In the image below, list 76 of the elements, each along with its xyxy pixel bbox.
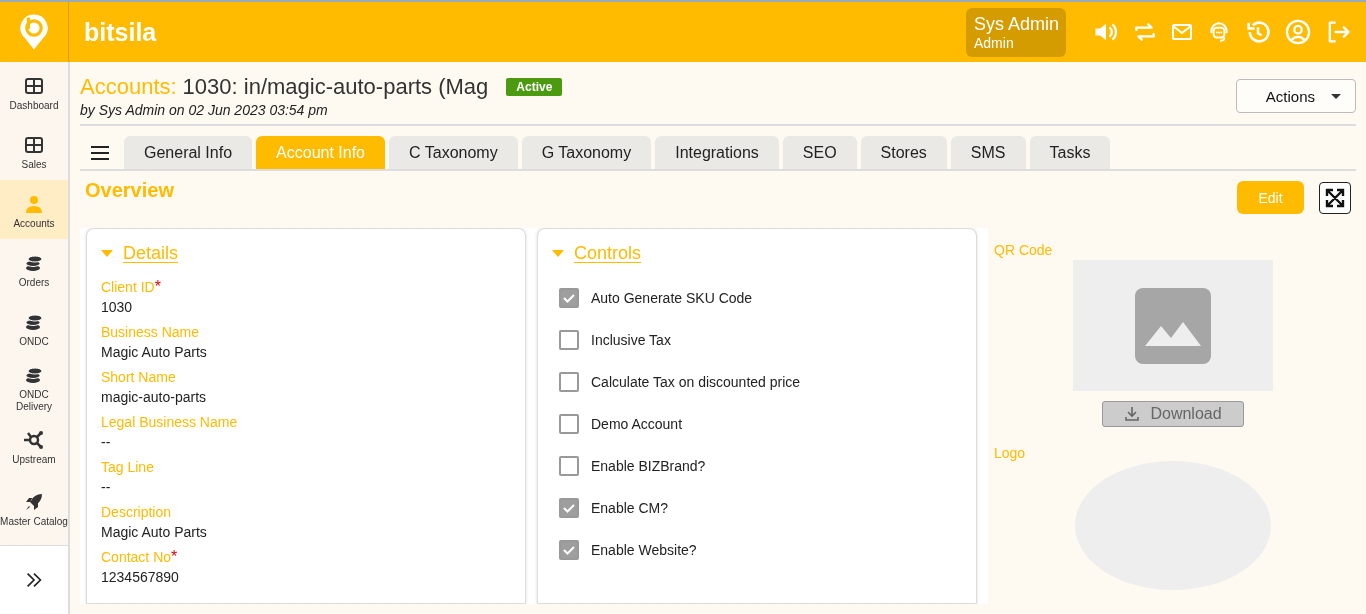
coins-icon	[24, 252, 44, 273]
account-icon[interactable]	[1284, 18, 1312, 46]
tab[interactable]: Stores	[860, 136, 947, 169]
tab[interactable]: C Taxonomy	[389, 136, 518, 169]
brand-name: bitsila	[84, 17, 157, 47]
checkbox[interactable]	[559, 371, 579, 392]
field-label: Contact No	[101, 549, 172, 565]
person-icon	[24, 193, 44, 214]
logo-label: Logo	[994, 445, 1026, 462]
tab[interactable]: Integrations	[655, 136, 779, 169]
collapse-caret-icon[interactable]	[552, 250, 564, 257]
sidebar-item[interactable]: Master Catalog	[0, 475, 68, 541]
actions-button[interactable]: Actions	[1236, 79, 1356, 113]
field-value: --	[101, 479, 111, 495]
grid-icon	[24, 134, 44, 155]
field-label: Business Name	[101, 324, 200, 340]
checkbox-label: Inclusive Tax	[591, 331, 671, 348]
checkbox[interactable]	[559, 539, 579, 560]
checkbox-label: Auto Generate SKU Code	[591, 289, 753, 306]
sidebar-item[interactable]: Sales	[0, 121, 68, 180]
checkbox-label: Enable CM?	[591, 499, 669, 516]
field-label: Client ID	[101, 279, 155, 295]
sidebar-item[interactable]: ONDC Delivery	[0, 357, 68, 416]
caret-icon	[1331, 93, 1341, 99]
field-value: magic-auto-parts	[101, 389, 207, 405]
image-icon	[1135, 287, 1211, 364]
field-label: Tag Line	[101, 459, 154, 475]
field-value: --	[101, 434, 111, 450]
checkbox[interactable]	[559, 287, 579, 308]
field-value: Magic Auto Parts	[101, 524, 207, 540]
qr-code-label: QR Code	[994, 242, 1053, 258]
coins-icon	[24, 364, 44, 385]
checkbox-label: Demo Account	[591, 415, 683, 432]
tab[interactable]: Tasks	[1029, 136, 1111, 169]
checkbox[interactable]	[559, 497, 579, 518]
section-heading: Overview	[85, 179, 175, 202]
field-label: Description	[101, 504, 172, 520]
tab[interactable]: SMS	[950, 136, 1026, 169]
field-label: Legal Business Name	[101, 414, 238, 430]
collapse-caret-icon[interactable]	[101, 250, 113, 257]
checkbox-label: Calculate Tax on discounted price	[591, 373, 801, 390]
checkbox-label: Enable Website?	[591, 541, 697, 558]
page-title: 1030: in/magic-auto-parts (Mag	[182, 74, 489, 100]
sidebar-item[interactable]: Dashboard	[0, 62, 68, 121]
byline: by Sys Admin on 02 Jun 2023 03:54 pm	[80, 102, 329, 118]
tab[interactable]: SEO	[782, 136, 857, 169]
download-icon	[1124, 406, 1141, 423]
checkbox[interactable]	[559, 455, 579, 476]
checkbox[interactable]	[559, 329, 579, 350]
field-value: 1030	[101, 299, 133, 315]
sidebar-item[interactable]: Orders	[0, 239, 68, 298]
sidebar-item[interactable]: Upstream	[0, 416, 68, 475]
sidebar-item[interactable]: Accounts	[0, 180, 68, 239]
user-role: Admin	[974, 34, 1015, 51]
sidebar-item[interactable]: ONDC	[0, 298, 68, 357]
download-button[interactable]: Download	[1102, 401, 1244, 428]
required-mark: *	[171, 548, 178, 565]
page-title-prefix: Accounts:	[80, 74, 177, 100]
menu-icon[interactable]	[90, 145, 110, 161]
coins-icon	[24, 311, 44, 332]
field-label: Short Name	[101, 369, 176, 385]
tab[interactable]: General Info	[124, 136, 253, 169]
field-value: 1234567890	[101, 569, 179, 585]
field-value: Magic Auto Parts	[101, 344, 207, 360]
rocket-icon	[24, 492, 44, 512]
fullscreen-button[interactable]	[1319, 181, 1351, 214]
user-name: Sys Admin	[974, 13, 1058, 35]
required-mark: *	[154, 278, 161, 295]
checkbox-label: Enable BIZBrand?	[591, 457, 706, 474]
logo-icon	[18, 12, 50, 52]
network-icon	[22, 429, 46, 450]
status-badge: Active	[506, 78, 563, 96]
history-icon[interactable]	[1244, 18, 1272, 46]
checkbox[interactable]	[559, 413, 579, 434]
tab[interactable]: G Taxonomy	[521, 136, 652, 169]
grid-icon	[24, 75, 44, 96]
